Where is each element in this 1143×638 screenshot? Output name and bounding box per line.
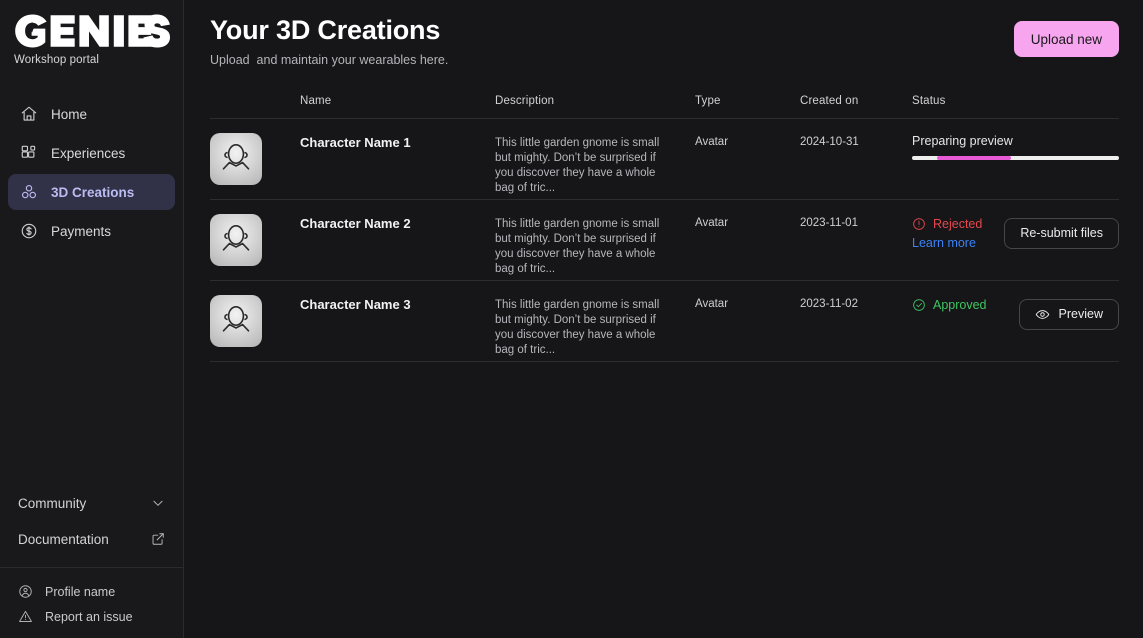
sidebar-item-3d-creations[interactable]: 3D Creations	[8, 174, 175, 210]
column-header-status: Status	[912, 95, 946, 108]
row-type: Avatar	[695, 216, 729, 229]
sidebar-item-home[interactable]: Home	[8, 96, 175, 132]
eye-icon	[1035, 307, 1050, 322]
row-description: This little garden gnome is small but mi…	[495, 298, 660, 356]
avatar-placeholder-icon	[210, 213, 262, 266]
table-row[interactable]: Character Name 2 This little garden gnom…	[210, 200, 1119, 281]
check-circle-icon	[912, 298, 926, 312]
alert-circle-icon	[912, 217, 926, 231]
sidebar-item-community[interactable]: Community	[18, 485, 165, 521]
row-name: Character Name 1	[300, 134, 411, 150]
table-row[interactable]: Character Name 1 This little garden gnom…	[210, 119, 1119, 200]
warning-triangle-icon	[18, 609, 33, 624]
preview-progress-bar	[912, 155, 1119, 160]
column-header-description: Description	[495, 95, 555, 108]
secondary-nav: Community Documentation	[0, 485, 183, 567]
status-label: Preparing preview	[912, 133, 1013, 148]
column-header-created-on: Created on	[800, 95, 859, 108]
sidebar-item-report-issue[interactable]: Report an issue	[18, 609, 165, 624]
page-title: Your 3D Creations	[210, 15, 441, 45]
row-name: Character Name 3	[300, 296, 411, 312]
page-header: Your 3D Creations Upload and maintain yo…	[210, 14, 1119, 67]
sidebar-item-label: Report an issue	[45, 609, 133, 624]
avatar-placeholder-icon	[210, 132, 262, 185]
app-root: Workshop portal Home Experiences 3D Crea	[0, 0, 1143, 638]
brand: Workshop portal	[0, 0, 183, 66]
status-badge: Rejected	[912, 214, 992, 231]
row-thumbnail-cell	[210, 294, 300, 347]
main-content: Your 3D Creations Upload and maintain yo…	[184, 0, 1143, 638]
row-description: This little garden gnome is small but mi…	[495, 217, 660, 275]
sidebar-item-label: Community	[18, 495, 87, 511]
column-header-type: Type	[695, 95, 721, 108]
page-header-text: Your 3D Creations Upload and maintain yo…	[210, 14, 448, 67]
sidebar-item-profile[interactable]: Profile name	[18, 584, 165, 599]
button-label: Re-submit files	[1020, 226, 1103, 241]
progress-fill	[936, 155, 1012, 160]
primary-nav: Home Experiences 3D Creations Payments	[0, 96, 183, 249]
avatar-silhouette-icon	[222, 224, 250, 251]
creations-table: Name Description Type Created on Status	[210, 93, 1119, 362]
sidebar-item-label: Payments	[51, 223, 112, 239]
row-status-cell: Approved Preview	[912, 295, 1119, 330]
external-link-icon	[151, 532, 165, 546]
status-progress-group: Preparing preview	[912, 133, 1119, 160]
grid-blocks-icon	[20, 144, 38, 162]
page-subtitle: Upload and maintain your wearables here.	[210, 52, 449, 67]
sidebar-divider	[0, 567, 183, 568]
row-created-on: 2023-11-01	[800, 216, 858, 229]
sidebar: Workshop portal Home Experiences 3D Crea	[0, 0, 184, 638]
column-header-name: Name	[300, 95, 332, 108]
row-name: Character Name 2	[300, 215, 411, 231]
genies-logo	[15, 14, 170, 48]
sidebar-item-label: Profile name	[45, 584, 116, 599]
home-icon	[20, 105, 38, 123]
cubes-cluster-icon	[20, 183, 38, 201]
table-header-row: Name Description Type Created on Status	[210, 93, 1119, 119]
user-circle-icon	[18, 584, 33, 599]
status-label: Approved	[933, 297, 987, 312]
preview-button[interactable]: Preview	[1018, 298, 1119, 330]
row-description: This little garden gnome is small but mi…	[495, 136, 660, 194]
upload-new-button[interactable]: Upload new	[1013, 21, 1119, 57]
row-status-cell: Preparing preview	[912, 133, 1119, 160]
row-created-on: 2023-11-02	[800, 297, 858, 310]
row-thumbnail-cell	[210, 132, 300, 185]
status-badge: Approved	[912, 295, 1007, 312]
avatar-silhouette-icon	[222, 143, 250, 170]
sidebar-item-label: Experiences	[51, 145, 126, 161]
table-row[interactable]: Character Name 3 This little garden gnom…	[210, 281, 1119, 362]
avatar-silhouette-icon	[222, 305, 250, 332]
re-submit-files-button[interactable]: Re-submit files	[1004, 217, 1119, 249]
sidebar-item-label: Home	[51, 106, 88, 122]
row-type: Avatar	[695, 297, 729, 310]
sidebar-item-label: Documentation	[18, 531, 109, 547]
row-thumbnail-cell	[210, 213, 300, 266]
learn-more-link[interactable]: Learn more	[912, 236, 976, 250]
dollar-circle-icon	[20, 222, 38, 240]
status-rejected-group: Rejected Learn more	[912, 214, 992, 252]
sidebar-item-experiences[interactable]: Experiences	[8, 135, 175, 171]
row-status-cell: Rejected Learn more Re-submit files	[912, 214, 1119, 252]
brand-subtitle: Workshop portal	[14, 54, 100, 66]
button-label: Preview	[1058, 307, 1103, 322]
row-created-on: 2024-10-31	[800, 135, 859, 148]
sidebar-footer: Profile name Report an issue	[0, 574, 183, 638]
avatar-placeholder-icon	[210, 294, 262, 347]
status-label: Rejected	[933, 216, 983, 231]
status-approved-group: Approved	[912, 295, 1007, 312]
sidebar-item-documentation[interactable]: Documentation	[18, 521, 165, 557]
sidebar-item-payments[interactable]: Payments	[8, 213, 175, 249]
chevron-down-icon	[151, 496, 165, 510]
sidebar-item-label: 3D Creations	[51, 184, 135, 200]
row-type: Avatar	[695, 135, 729, 148]
